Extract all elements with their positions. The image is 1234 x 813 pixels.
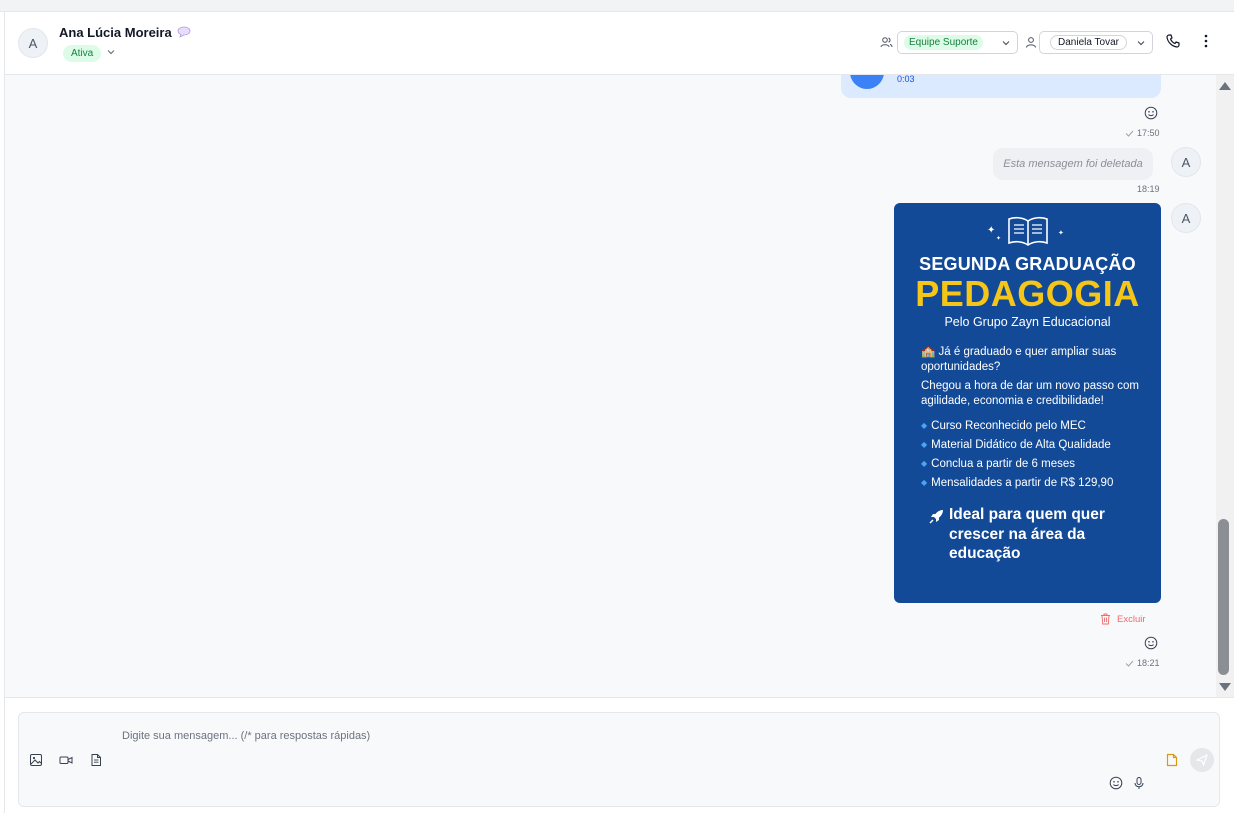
list-item: Conclua a partir de 6 meses	[921, 457, 1113, 476]
message-time: 18:21	[1137, 658, 1160, 668]
image-paragraph: 🏫 Já é graduado e quer ampliar suas opor…	[921, 346, 1117, 373]
image-heading: SEGUNDA GRADUAÇÃO	[919, 254, 1136, 274]
sparkle-icon: ✦	[987, 225, 996, 236]
image-icon[interactable]	[29, 753, 43, 767]
audio-duration: 0:03	[897, 75, 915, 84]
microphone-icon[interactable]	[1132, 776, 1146, 790]
message-meta: 17:50	[1125, 128, 1160, 138]
phone-icon[interactable]	[1165, 33, 1181, 49]
image-bullet-list: Curso Reconhecido pelo MEC Material Didá…	[921, 419, 1113, 495]
check-icon	[1125, 130, 1134, 137]
image-message[interactable]: ✦ ✦ ✦ SEGUNDA GRADUAÇÃO PEDAGOGIA Pelo G…	[894, 203, 1161, 603]
chevron-down-icon	[1137, 41, 1145, 46]
document-icon[interactable]	[89, 753, 103, 767]
messages-pane[interactable]: 0:03 17:50 Esta mensagem foi deletada A …	[5, 75, 1216, 697]
video-icon[interactable]	[59, 753, 73, 767]
emoji-reaction-icon[interactable]	[1144, 636, 1158, 650]
sparkle-icon: ✦	[1058, 230, 1064, 237]
message-composer	[18, 712, 1220, 807]
quick-notes-icon[interactable]	[1165, 753, 1179, 767]
composer-area	[5, 697, 1234, 813]
users-icon	[880, 37, 893, 48]
status-badge[interactable]: Ativa	[63, 45, 102, 62]
list-item: Material Didático de Alta Qualidade	[921, 438, 1113, 457]
agent-select[interactable]: Daniela Tovar	[1039, 31, 1153, 54]
message-time: 18:19	[1137, 184, 1160, 194]
sender-avatar: A	[1171, 147, 1201, 177]
list-item: Curso Reconhecido pelo MEC	[921, 419, 1113, 438]
delete-label: Excluir	[1117, 613, 1146, 625]
chat-header: A Ana Lúcia Moreira Ativa Equipe Suporte…	[5, 15, 1234, 75]
agent-pill: Daniela Tovar	[1050, 35, 1127, 50]
scroll-down-arrow[interactable]	[1219, 683, 1231, 691]
list-item: Mensalidades a partir de R$ 129,90	[921, 476, 1113, 495]
scrollbar-thumb[interactable]	[1218, 519, 1229, 675]
image-cta: Ideal para quem quer crescer na área da …	[949, 506, 1105, 562]
chevron-down-icon	[1002, 41, 1010, 46]
send-button[interactable]	[1190, 748, 1214, 772]
message-meta: 18:21	[1125, 658, 1160, 668]
sender-avatar: A	[1171, 203, 1201, 233]
rocket-icon	[929, 510, 943, 524]
deleted-message: Esta mensagem foi deletada	[993, 148, 1153, 180]
image-subtitle: Pelo Grupo Zayn Educacional	[944, 315, 1111, 329]
team-pill: Equipe Suporte	[904, 35, 983, 50]
emoji-icon[interactable]	[1109, 776, 1123, 790]
team-select[interactable]: Equipe Suporte	[897, 31, 1018, 54]
audio-message: 0:03	[841, 75, 1161, 98]
trash-icon	[1101, 613, 1110, 625]
contact-name: Ana Lúcia Moreira	[59, 25, 172, 40]
chevron-down-icon[interactable]	[106, 47, 116, 57]
top-strip	[0, 0, 1234, 12]
check-icon	[1125, 660, 1134, 667]
user-icon	[1026, 37, 1036, 48]
message-time: 17:50	[1137, 128, 1160, 138]
audio-play-button[interactable]	[850, 75, 884, 89]
more-vertical-icon[interactable]	[1201, 33, 1211, 49]
image-title: PEDAGOGIA	[915, 273, 1140, 314]
sparkle-icon: ✦	[996, 236, 1002, 242]
scroll-up-arrow[interactable]	[1219, 82, 1231, 90]
chat-bubble-icon	[177, 26, 191, 38]
image-paragraph: Chegou a hora de dar um novo passo com a…	[921, 380, 1139, 407]
send-icon	[1196, 754, 1208, 766]
open-book-icon	[1008, 216, 1048, 246]
delete-button[interactable]: Excluir	[1100, 612, 1146, 626]
emoji-reaction-icon[interactable]	[1144, 106, 1158, 120]
message-input[interactable]	[122, 727, 1022, 745]
contact-avatar[interactable]: A	[18, 28, 48, 58]
